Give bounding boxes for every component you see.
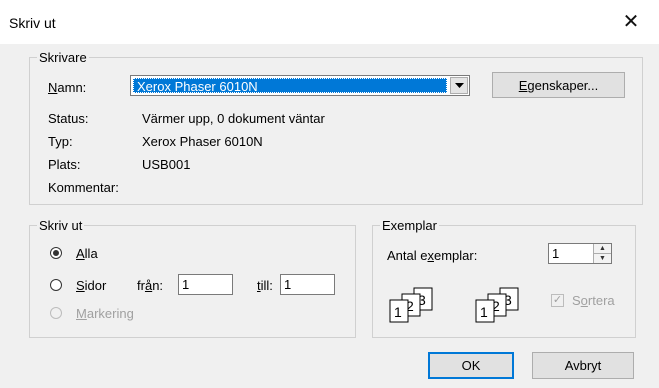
type-value: Xerox Phaser 6010N — [142, 134, 263, 149]
printer-name-dropdown[interactable]: Xerox Phaser 6010N — [130, 75, 470, 96]
location-value: USB001 — [142, 157, 191, 172]
copies-count-stepper[interactable]: 1 ▲ ▼ — [548, 243, 612, 264]
cancel-button[interactable]: Avbryt — [532, 352, 634, 379]
spin-down-icon[interactable]: ▼ — [594, 254, 611, 264]
pages-radio[interactable] — [50, 279, 62, 291]
chevron-down-icon[interactable] — [450, 77, 468, 94]
printer-name-value: Xerox Phaser 6010N — [133, 78, 447, 94]
comment-label: Kommentar: — [48, 180, 119, 195]
properties-button[interactable]: Egenskaper... — [492, 72, 625, 98]
to-label: till: — [257, 278, 273, 293]
location-label: Plats: — [48, 157, 81, 172]
type-label: Typ: — [48, 134, 73, 149]
status-label: Status: — [48, 111, 89, 126]
all-pages-radio[interactable] — [50, 247, 62, 259]
printer-group-label: Skrivare — [37, 50, 89, 65]
copies-group-label: Exemplar — [380, 218, 439, 233]
window-title: Skriv ut — [9, 15, 56, 31]
to-input[interactable]: 1 — [280, 274, 335, 295]
svg-text:1: 1 — [394, 304, 402, 320]
svg-text:1: 1 — [480, 304, 488, 320]
title-bar: Skriv ut ✕ — [0, 0, 659, 44]
print-range-group-label: Skriv ut — [37, 218, 85, 233]
spin-buttons[interactable]: ▲ ▼ — [593, 244, 611, 263]
ok-button[interactable]: OK — [428, 352, 514, 379]
selection-label: Markering — [76, 306, 134, 321]
collate-checkbox[interactable]: ✓ — [551, 294, 564, 307]
collate-label: Sortera — [572, 293, 615, 308]
from-input[interactable]: 1 — [178, 274, 233, 295]
close-icon[interactable]: ✕ — [620, 10, 642, 33]
status-value: Värmer upp, 0 dokument väntar — [142, 111, 325, 126]
printer-name-label: Namn: — [48, 80, 87, 95]
from-label: från: — [137, 278, 164, 293]
collate-pages-icon: 3 2 1 3 2 1 — [389, 287, 519, 323]
copies-count-label: Antal exemplar: — [387, 248, 478, 263]
copies-count-value: 1 — [552, 246, 560, 261]
all-pages-label[interactable]: Alla — [76, 246, 98, 261]
pages-label[interactable]: Sidor — [76, 278, 106, 293]
selection-radio[interactable] — [50, 307, 62, 319]
